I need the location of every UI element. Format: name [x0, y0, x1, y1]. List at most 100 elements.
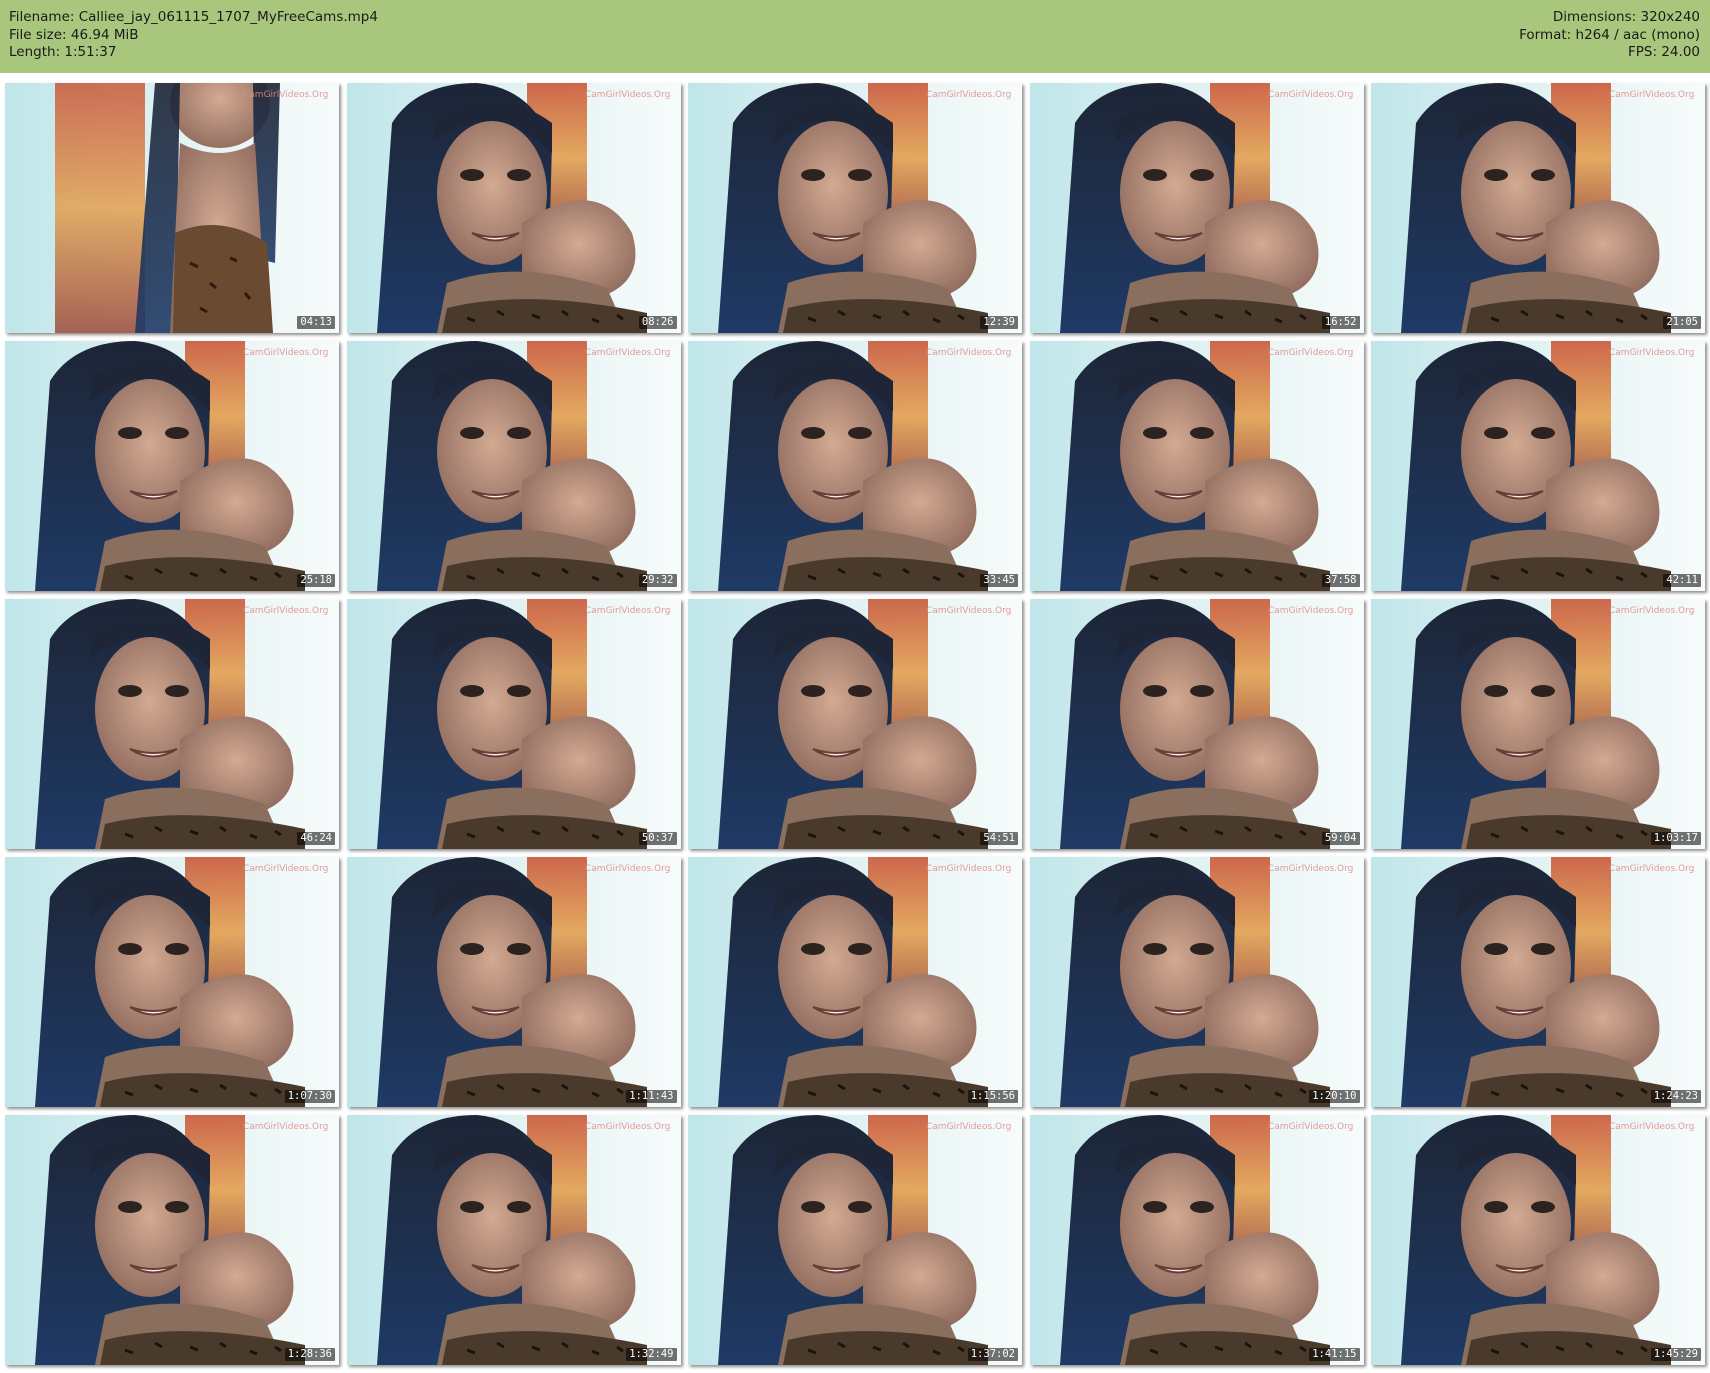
svg-text:CamGirlVideos.Org: CamGirlVideos.Org — [1609, 606, 1694, 616]
svg-text:CamGirlVideos.Org: CamGirlVideos.Org — [1609, 864, 1694, 874]
svg-text:CamGirlVideos.Org: CamGirlVideos.Org — [926, 90, 1011, 100]
frame-image: CamGirlVideos.Org — [346, 857, 681, 1107]
filesize-label: File size: 46.94 MiB — [9, 26, 139, 43]
frame-image: CamGirlVideos.Org — [5, 1115, 339, 1365]
video-frame-thumbnail: CamGirlVideos.Org 1:11:43 — [346, 857, 681, 1107]
frame-image: CamGirlVideos.Org — [5, 857, 339, 1107]
frame-timestamp: 29:32 — [638, 574, 677, 587]
svg-text:CamGirlVideos.Org: CamGirlVideos.Org — [585, 606, 670, 616]
video-frame-thumbnail: CamGirlVideos.Org 04:13 — [5, 83, 339, 333]
frame-image: CamGirlVideos.Org — [1371, 83, 1705, 333]
video-frame-thumbnail: CamGirlVideos.Org 1:41:15 — [1029, 1115, 1364, 1365]
frame-image: CamGirlVideos.Org — [5, 83, 339, 333]
video-frame-thumbnail: CamGirlVideos.Org 1:24:23 — [1371, 857, 1705, 1107]
svg-text:CamGirlVideos.Org: CamGirlVideos.Org — [926, 864, 1011, 874]
svg-text:CamGirlVideos.Org: CamGirlVideos.Org — [243, 606, 328, 616]
frame-image: CamGirlVideos.Org — [1029, 1115, 1364, 1365]
frame-image: CamGirlVideos.Org — [5, 599, 339, 849]
frame-image: CamGirlVideos.Org — [1371, 1115, 1705, 1365]
video-frame-thumbnail: CamGirlVideos.Org 33:45 — [688, 341, 1022, 591]
video-frame-thumbnail: CamGirlVideos.Org 29:32 — [346, 341, 681, 591]
frame-timestamp: 1:15:56 — [967, 1090, 1018, 1103]
video-frame-thumbnail: CamGirlVideos.Org 46:24 — [5, 599, 339, 849]
video-frame-thumbnail: CamGirlVideos.Org 42:11 — [1371, 341, 1705, 591]
video-frame-thumbnail: CamGirlVideos.Org 1:28:36 — [5, 1115, 339, 1365]
frame-image: CamGirlVideos.Org — [1029, 857, 1364, 1107]
video-frame-thumbnail: CamGirlVideos.Org 1:45:29 — [1371, 1115, 1705, 1365]
dimensions-label: Dimensions: 320x240 — [1552, 9, 1700, 25]
video-frame-thumbnail: CamGirlVideos.Org 1:37:02 — [688, 1115, 1022, 1365]
svg-text:CamGirlVideos.Org: CamGirlVideos.Org — [1268, 606, 1353, 616]
svg-text:CamGirlVideos.Org: CamGirlVideos.Org — [243, 864, 328, 874]
frame-timestamp: 59:04 — [1321, 832, 1360, 845]
video-frame-thumbnail: CamGirlVideos.Org 1:20:10 — [1029, 857, 1364, 1107]
svg-text:CamGirlVideos.Org: CamGirlVideos.Org — [243, 348, 328, 358]
video-frame-thumbnail: CamGirlVideos.Org 12:39 — [688, 83, 1022, 333]
frame-timestamp: 1:45:29 — [1650, 1348, 1701, 1361]
frame-image: CamGirlVideos.Org — [688, 83, 1022, 333]
svg-text:CamGirlVideos.Org: CamGirlVideos.Org — [585, 864, 670, 874]
svg-text:CamGirlVideos.Org: CamGirlVideos.Org — [1268, 864, 1353, 874]
frame-timestamp: 50:37 — [638, 832, 677, 845]
svg-text:CamGirlVideos.Org: CamGirlVideos.Org — [1609, 1122, 1694, 1132]
video-frame-thumbnail: CamGirlVideos.Org 54:51 — [688, 599, 1022, 849]
video-frame-thumbnail: CamGirlVideos.Org 08:26 — [346, 83, 681, 333]
frame-image: CamGirlVideos.Org — [1371, 341, 1705, 591]
frame-timestamp: 1:28:36 — [284, 1348, 335, 1361]
frame-timestamp: 42:11 — [1663, 574, 1701, 587]
frame-image: CamGirlVideos.Org — [1371, 599, 1705, 849]
frame-timestamp: 1:11:43 — [626, 1090, 677, 1103]
frame-image: CamGirlVideos.Org — [346, 1115, 681, 1365]
frame-timestamp: 1:41:15 — [1309, 1348, 1360, 1361]
svg-text:CamGirlVideos.Org: CamGirlVideos.Org — [1268, 90, 1353, 100]
svg-text:CamGirlVideos.Org: CamGirlVideos.Org — [926, 348, 1011, 358]
frame-image: CamGirlVideos.Org — [688, 857, 1022, 1107]
svg-text:CamGirlVideos.Org: CamGirlVideos.Org — [585, 90, 670, 100]
frame-image: CamGirlVideos.Org — [5, 341, 339, 591]
frame-image: CamGirlVideos.Org — [688, 1115, 1022, 1365]
frame-timestamp: 33:45 — [980, 574, 1018, 587]
frame-timestamp: 1:03:17 — [1650, 832, 1701, 845]
frame-timestamp: 1:24:23 — [1650, 1090, 1701, 1103]
frame-image: CamGirlVideos.Org — [688, 341, 1022, 591]
video-frame-thumbnail: CamGirlVideos.Org 1:03:17 — [1371, 599, 1705, 849]
svg-text:CamGirlVideos.Org: CamGirlVideos.Org — [926, 606, 1011, 616]
frame-image: CamGirlVideos.Org — [1029, 341, 1364, 591]
svg-text:CamGirlVideos.Org: CamGirlVideos.Org — [1609, 348, 1694, 358]
frame-timestamp: 12:39 — [980, 316, 1018, 329]
video-frame-thumbnail: CamGirlVideos.Org 25:18 — [5, 341, 339, 591]
info-left: Filename: Calliee_jay_061115_1707_MyFree… — [9, 9, 378, 62]
frame-timestamp: 1:20:10 — [1309, 1090, 1360, 1103]
video-frame-thumbnail: CamGirlVideos.Org 1:32:49 — [346, 1115, 681, 1365]
frame-timestamp: 08:26 — [638, 316, 677, 329]
frame-timestamp: 21:05 — [1663, 316, 1701, 329]
frame-timestamp: 1:07:30 — [284, 1090, 335, 1103]
svg-text:CamGirlVideos.Org: CamGirlVideos.Org — [926, 1122, 1011, 1132]
frame-image: CamGirlVideos.Org — [1029, 599, 1364, 849]
svg-text:CamGirlVideos.Org: CamGirlVideos.Org — [585, 1122, 670, 1132]
frame-image: CamGirlVideos.Org — [346, 599, 681, 849]
video-frame-thumbnail: CamGirlVideos.Org 37:58 — [1029, 341, 1364, 591]
frame-image: CamGirlVideos.Org — [346, 341, 681, 591]
video-frame-thumbnail: CamGirlVideos.Org 1:07:30 — [5, 857, 339, 1107]
svg-text:CamGirlVideos.Org: CamGirlVideos.Org — [1268, 1122, 1353, 1132]
format-label: Format: h264 / aac (mono) — [1519, 26, 1700, 43]
frame-image: CamGirlVideos.Org — [346, 83, 681, 333]
svg-text:CamGirlVideos.Org: CamGirlVideos.Org — [243, 90, 328, 100]
frame-timestamp: 54:51 — [980, 832, 1018, 845]
frame-image: CamGirlVideos.Org — [1029, 83, 1364, 333]
frame-timestamp: 1:37:02 — [967, 1348, 1018, 1361]
svg-text:CamGirlVideos.Org: CamGirlVideos.Org — [1609, 90, 1694, 100]
svg-text:CamGirlVideos.Org: CamGirlVideos.Org — [243, 1122, 328, 1132]
length-label: Length: 1:51:37 — [9, 44, 117, 60]
filename-label: Filename: Calliee_jay_061115_1707_MyFree… — [9, 9, 378, 25]
frame-timestamp: 16:52 — [1321, 316, 1360, 329]
video-frame-thumbnail: CamGirlVideos.Org 50:37 — [346, 599, 681, 849]
frame-timestamp: 04:13 — [297, 316, 335, 329]
frame-image: CamGirlVideos.Org — [1371, 857, 1705, 1107]
thumbnail-grid: CamGirlVideos.Org 04:13 CamGirlVideos.Org 0… — [5, 83, 1705, 1365]
fps-label: FPS: 24.00 — [1628, 44, 1700, 60]
frame-timestamp: 1:32:49 — [626, 1348, 677, 1361]
svg-text:CamGirlVideos.Org: CamGirlVideos.Org — [1268, 348, 1353, 358]
info-header: Filename: Calliee_jay_061115_1707_MyFree… — [0, 0, 1710, 73]
